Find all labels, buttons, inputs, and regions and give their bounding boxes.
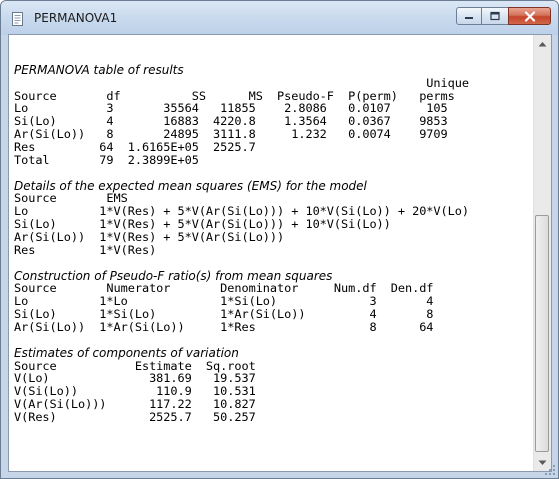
window-title: PERMANOVA1 bbox=[34, 11, 118, 25]
resize-grip-icon bbox=[545, 465, 555, 475]
output-line: V(Res) 2525.7 50.257 bbox=[14, 410, 256, 425]
title-bar[interactable]: PERMANOVA1 bbox=[1, 1, 558, 35]
minimize-icon bbox=[465, 17, 473, 19]
maximize-icon bbox=[490, 11, 500, 21]
results-text-area[interactable]: PERMANOVA table of results Unique Source … bbox=[9, 35, 534, 471]
caption-buttons bbox=[456, 7, 551, 25]
output-line: Res 64 1.6165E+05 2525.7 bbox=[14, 140, 256, 155]
scroll-up-button[interactable] bbox=[534, 35, 551, 52]
results-output: PERMANOVA table of results Unique Source … bbox=[14, 51, 469, 424]
minimize-button[interactable] bbox=[456, 7, 482, 25]
scrollbar-thumb[interactable] bbox=[535, 215, 549, 452]
output-line: Ar(Si(Lo)) 1*Ar(Si(Lo)) 1*Res 8 64 bbox=[14, 320, 434, 335]
close-icon bbox=[524, 10, 535, 22]
output-line: Unique bbox=[14, 75, 469, 90]
output-line: Res 1*V(Res) bbox=[14, 242, 157, 257]
output-line: Ar(Si(Lo)) 1*V(Res) + 5*V(Ar(Si(Lo))) bbox=[14, 230, 285, 245]
permanova-window: PERMANOVA1 PERMANOVA table of results Un… bbox=[0, 0, 559, 479]
close-button[interactable] bbox=[508, 7, 551, 25]
output-pane: PERMANOVA table of results Unique Source … bbox=[8, 34, 552, 472]
maximize-button[interactable] bbox=[482, 7, 508, 25]
vertical-scrollbar[interactable] bbox=[533, 35, 551, 471]
chevron-up-icon bbox=[538, 41, 547, 46]
section-heading: PERMANOVA table of results bbox=[14, 62, 184, 77]
app-document-icon bbox=[11, 11, 25, 26]
section-heading: Estimates of components of variation bbox=[14, 345, 239, 360]
resize-grip[interactable] bbox=[541, 461, 558, 478]
output-line: Total 79 2.3899E+05 bbox=[14, 152, 199, 167]
